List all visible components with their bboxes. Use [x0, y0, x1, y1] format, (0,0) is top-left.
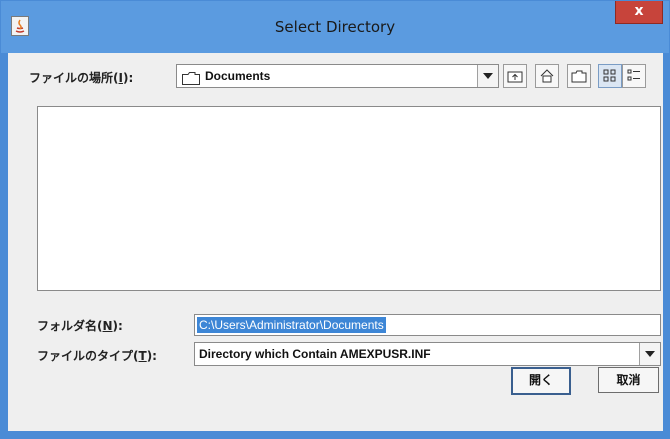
look-in-combo[interactable]: Documents [176, 64, 499, 88]
folder-icon [182, 70, 200, 89]
dialog-window: Select Directory x ファイルの場所(I): Documents [0, 0, 670, 439]
file-type-label: ファイルのタイプ(T): [37, 349, 157, 363]
file-type-value: Directory which Contain AMEXPUSR.INF [199, 347, 431, 361]
chevron-down-icon[interactable] [477, 65, 498, 87]
title-bar[interactable]: Select Directory x [1, 1, 669, 53]
list-view-button[interactable] [598, 64, 622, 88]
cancel-button[interactable]: 取消 [598, 367, 659, 393]
chevron-down-icon[interactable] [639, 343, 660, 365]
folder-name-label: フォルダ名(N): [37, 319, 123, 333]
file-list[interactable] [37, 106, 661, 291]
folder-name-input[interactable]: C:\Users\Administrator\Documents [194, 314, 661, 336]
open-button[interactable]: 開く [511, 367, 571, 395]
up-one-level-button[interactable] [503, 64, 527, 88]
folder-name-value: C:\Users\Administrator\Documents [197, 317, 386, 333]
home-button[interactable] [535, 64, 559, 88]
details-view-icon [627, 69, 640, 81]
look-in-value: Documents [205, 69, 271, 83]
dialog-body: ファイルの場所(I): Documents フォルダ名(N): C:\Users… [8, 53, 663, 431]
home-icon [540, 69, 554, 83]
new-folder-button[interactable] [567, 64, 591, 88]
up-one-level-icon [507, 71, 523, 83]
look-in-label: ファイルの場所(I): [29, 71, 134, 85]
list-view-icon [603, 69, 616, 82]
close-button[interactable]: x [615, 1, 663, 24]
window-title: Select Directory [274, 18, 396, 36]
details-view-button[interactable] [622, 64, 646, 88]
file-type-combo[interactable]: Directory which Contain AMEXPUSR.INF [194, 342, 661, 366]
new-folder-icon [571, 70, 587, 83]
